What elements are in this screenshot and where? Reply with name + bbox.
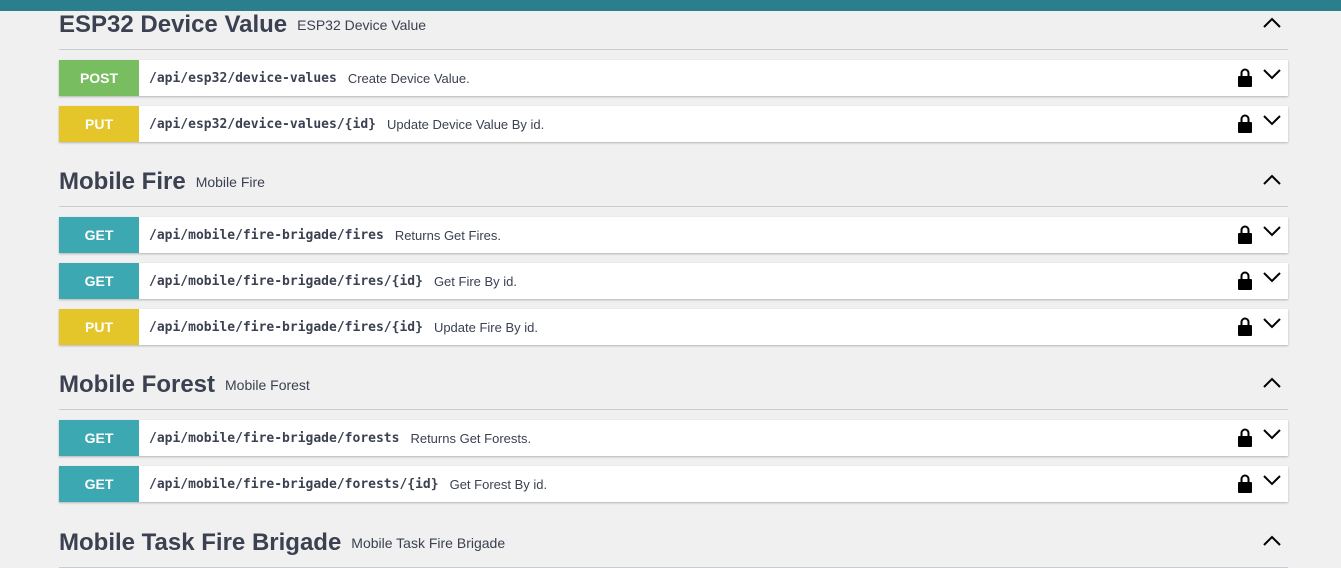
lock-icon[interactable] (1238, 113, 1252, 133)
operation-path: /api/mobile/fire-brigade/fires (149, 227, 384, 243)
chevron-down-icon[interactable] (1262, 225, 1282, 245)
section-description: ESP32 Device Value (297, 16, 427, 33)
operation-summary: Update Device Value By id. (386, 116, 545, 132)
section-header-esp32-device-value[interactable]: ESP32 Device Value ESP32 Device Value (59, 0, 1288, 50)
lock-icon[interactable] (1238, 427, 1252, 447)
lock-icon[interactable] (1238, 67, 1252, 87)
method-badge: GET (59, 263, 139, 299)
operation-summary: Returns Get Fires. (394, 227, 502, 243)
method-badge: GET (59, 217, 139, 253)
operation-get-forests[interactable]: GET /api/mobile/fire-brigade/forests Ret… (59, 420, 1288, 456)
operation-path: /api/mobile/fire-brigade/forests (149, 430, 400, 446)
section-description: Mobile Forest (225, 376, 310, 393)
chevron-down-icon[interactable] (1262, 114, 1282, 134)
operation-summary: Get Forest By id. (449, 476, 548, 492)
lock-icon[interactable] (1238, 473, 1252, 493)
operation-summary: Create Device Value. (347, 70, 470, 86)
method-badge: POST (59, 60, 139, 96)
method-badge: GET (59, 466, 139, 502)
section-description: Mobile Fire (195, 173, 265, 190)
lock-icon[interactable] (1238, 270, 1252, 290)
operation-post-device-values[interactable]: POST /api/esp32/device-values Create Dev… (59, 60, 1288, 96)
lock-icon[interactable] (1238, 316, 1252, 336)
operation-summary: Get Fire By id. (433, 273, 518, 289)
chevron-down-icon[interactable] (1262, 271, 1282, 291)
chevron-down-icon[interactable] (1262, 428, 1282, 448)
chevron-down-icon[interactable] (1262, 474, 1282, 494)
operation-summary: Update Fire By id. (433, 319, 538, 335)
operation-path: /api/esp32/device-values/{id} (149, 116, 376, 132)
chevron-up-icon[interactable] (1262, 535, 1282, 555)
section-header-mobile-task-fire-brigade[interactable]: Mobile Task Fire Brigade Mobile Task Fir… (59, 518, 1288, 568)
chevron-up-icon[interactable] (1262, 377, 1282, 397)
chevron-down-icon[interactable] (1262, 317, 1282, 337)
section-header-mobile-fire[interactable]: Mobile Fire Mobile Fire (59, 157, 1288, 207)
section-title: Mobile Task Fire Brigade (59, 528, 342, 556)
chevron-up-icon[interactable] (1262, 174, 1282, 194)
operation-get-fire-by-id[interactable]: GET /api/mobile/fire-brigade/fires/{id} … (59, 263, 1288, 299)
operation-path: /api/mobile/fire-brigade/forests/{id} (149, 476, 439, 492)
operation-summary: Returns Get Forests. (410, 430, 532, 446)
operation-path: /api/mobile/fire-brigade/fires/{id} (149, 319, 423, 335)
operation-get-forest-by-id[interactable]: GET /api/mobile/fire-brigade/forests/{id… (59, 466, 1288, 502)
section-title: Mobile Forest (59, 370, 216, 398)
chevron-down-icon[interactable] (1262, 68, 1282, 88)
section-title: ESP32 Device Value (59, 10, 288, 38)
operation-path: /api/esp32/device-values (149, 70, 337, 86)
operation-put-device-values-id[interactable]: PUT /api/esp32/device-values/{id} Update… (59, 106, 1288, 142)
operation-put-fire-by-id[interactable]: PUT /api/mobile/fire-brigade/fires/{id} … (59, 309, 1288, 345)
method-badge: PUT (59, 106, 139, 142)
section-description: Mobile Task Fire Brigade (351, 534, 506, 551)
lock-icon[interactable] (1238, 224, 1252, 244)
method-badge: PUT (59, 309, 139, 345)
chevron-up-icon[interactable] (1262, 17, 1282, 37)
method-badge: GET (59, 420, 139, 456)
operation-get-fires[interactable]: GET /api/mobile/fire-brigade/fires Retur… (59, 217, 1288, 253)
section-header-mobile-forest[interactable]: Mobile Forest Mobile Forest (59, 360, 1288, 410)
section-title: Mobile Fire (59, 167, 186, 195)
operation-path: /api/mobile/fire-brigade/fires/{id} (149, 273, 423, 289)
